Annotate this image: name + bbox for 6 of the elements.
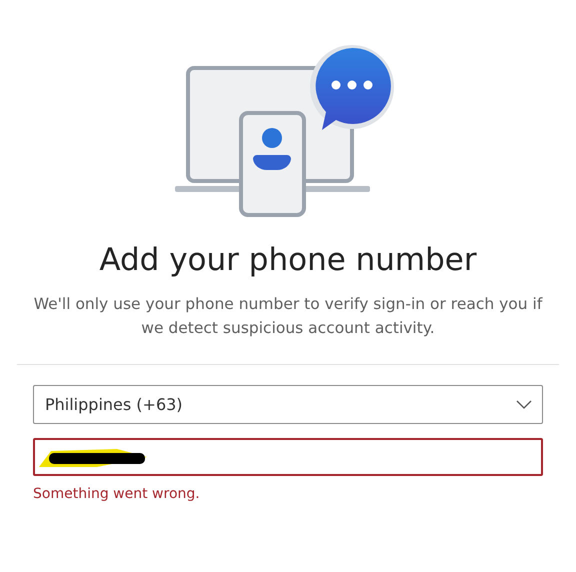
country-select[interactable]: Philippines (+63) [33, 385, 543, 424]
phone-number-field[interactable] [33, 438, 543, 476]
chevron-down-icon [516, 400, 532, 409]
page-heading: Add your phone number [98, 242, 478, 278]
error-message: Something went wrong. [33, 486, 200, 502]
description-text: We'll only use your phone number to verify sign-in or reach you if we detect suspicious account activity. [32, 294, 544, 339]
